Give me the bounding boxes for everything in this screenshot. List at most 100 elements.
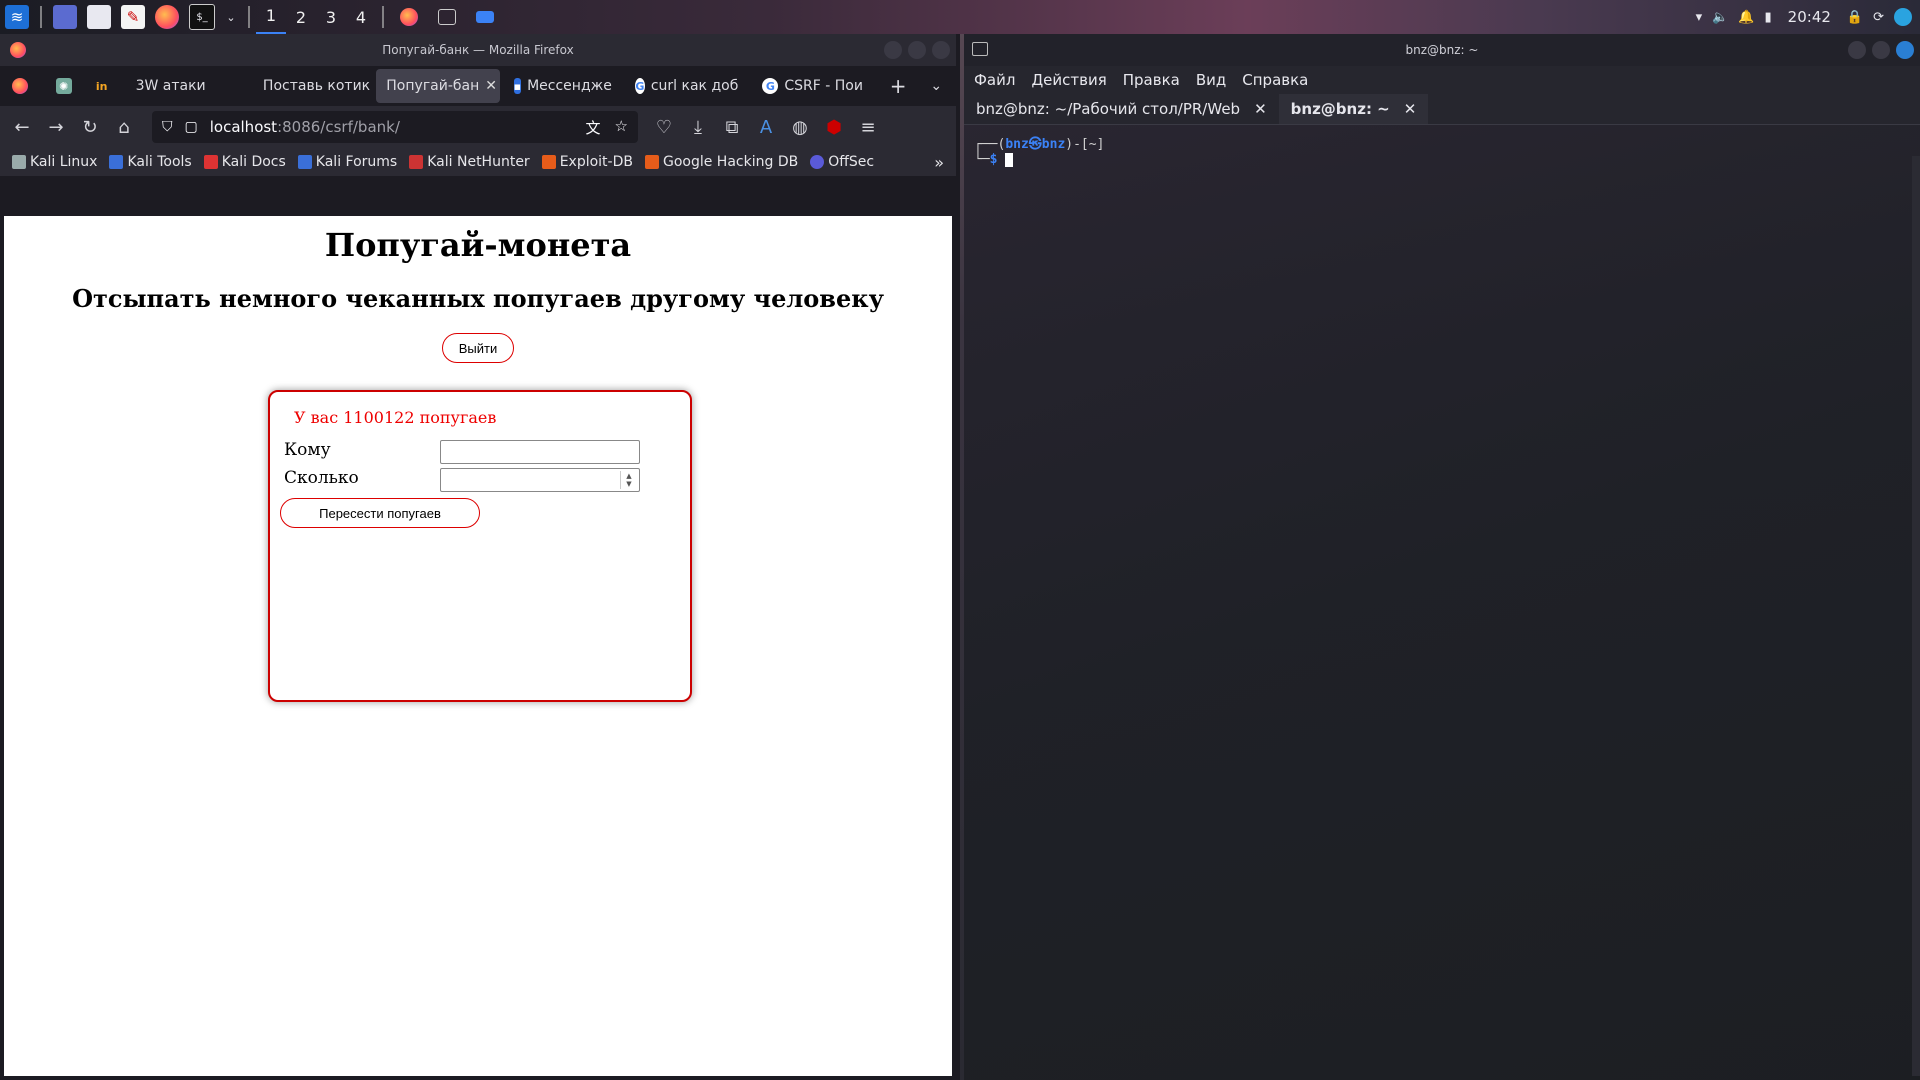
- workspace-1[interactable]: 1: [256, 0, 286, 35]
- prompt-dir: ~: [1088, 137, 1097, 152]
- text-editor-icon[interactable]: ✎: [121, 5, 145, 29]
- firefox-window-title: Попугай-банк — Mozilla Firefox: [382, 43, 574, 57]
- shield-icon[interactable]: ⛉: [162, 119, 173, 135]
- ublock-icon[interactable]: ⬢: [820, 113, 848, 141]
- bookmark-kali-docs[interactable]: Kali Docs: [203, 154, 286, 170]
- file-manager-icon[interactable]: [87, 5, 111, 29]
- amount-input[interactable]: ▲ ▼: [440, 468, 640, 492]
- firefox-task-icon[interactable]: [400, 8, 418, 26]
- extensions-icon[interactable]: ⧉: [718, 113, 746, 141]
- send-parrots-button[interactable]: Пересести попугаев: [280, 498, 480, 528]
- back-icon[interactable]: ←: [8, 113, 36, 141]
- tab-csrf[interactable]: G CSRF - Пои: [752, 69, 875, 103]
- kali-menu-icon[interactable]: ≋: [5, 5, 29, 29]
- battery-icon[interactable]: ▮: [1765, 10, 1772, 25]
- menu-edit[interactable]: Правка: [1123, 71, 1180, 89]
- tab-bank[interactable]: Попугай-бан ✕: [376, 69, 500, 103]
- terminal-output[interactable]: ┌──(bnz㉿bnz)-[~] └─$: [964, 125, 1920, 175]
- hamburger-menu-icon[interactable]: ≡: [854, 113, 882, 141]
- home-icon[interactable]: ⌂: [110, 113, 138, 141]
- bookmark-kali-nethunter[interactable]: Kali NetHunter: [409, 154, 530, 170]
- menu-actions[interactable]: Действия: [1031, 71, 1106, 89]
- wifi-icon[interactable]: ▾: [1696, 10, 1703, 25]
- in-icon: in: [95, 79, 108, 93]
- close-tab-icon[interactable]: ✕: [1254, 100, 1267, 118]
- firefox-logo-icon: [10, 42, 26, 58]
- tab-label: 3W атаки: [135, 78, 206, 94]
- bell-icon[interactable]: 🔔: [1738, 10, 1754, 25]
- list-all-tabs-icon[interactable]: ⌄: [920, 69, 952, 103]
- firefox-view-button[interactable]: [0, 69, 46, 103]
- url-bar[interactable]: ⛉ ▢ localhost:8086/csrf/bank/ 文 ☆: [152, 111, 638, 143]
- menu-file[interactable]: Файл: [974, 71, 1015, 89]
- number-spinner-icon[interactable]: ▲ ▼: [620, 471, 637, 489]
- terminal-launcher-icon[interactable]: $_: [189, 4, 215, 30]
- telegram-icon[interactable]: [1894, 8, 1912, 26]
- show-desktop-icon[interactable]: [53, 5, 77, 29]
- maximize-button[interactable]: [1872, 41, 1890, 59]
- bookmark-label: Google Hacking DB: [662, 154, 799, 170]
- page-content: Попугай-монета Отсыпать немного чеканных…: [4, 216, 952, 1076]
- close-tab-icon[interactable]: ✕: [485, 78, 497, 94]
- tab-label: CSRF - Пои: [784, 78, 863, 94]
- translate-ext-icon[interactable]: A: [752, 113, 780, 141]
- close-button[interactable]: [1896, 41, 1914, 59]
- tab-in[interactable]: in: [88, 69, 122, 103]
- google-icon: G: [635, 78, 645, 94]
- terminal-tab-web[interactable]: bnz@bnz: ~/Рабочий стол/PR/Web ✕: [964, 94, 1279, 124]
- url-host: localhost: [209, 118, 278, 136]
- tab-kotik[interactable]: Поставь котик: [253, 69, 372, 103]
- download-icon[interactable]: ⤓: [684, 113, 712, 141]
- tab-3w[interactable]: 3W атаки: [126, 69, 249, 103]
- new-tab-button[interactable]: +: [880, 69, 917, 103]
- bookmark-label: Kali Tools: [127, 154, 192, 170]
- tab-curl[interactable]: G curl как доб: [625, 69, 748, 103]
- workspace-2[interactable]: 2: [286, 1, 316, 33]
- forward-icon[interactable]: →: [42, 113, 70, 141]
- terminal-window-title: bnz@bnz: ~: [1405, 43, 1479, 57]
- balance-text: У вас 1100122 попугаев: [294, 408, 497, 427]
- globe-icon[interactable]: ◍: [786, 113, 814, 141]
- recipient-input[interactable]: [440, 440, 640, 464]
- pocket-icon[interactable]: ♡: [650, 113, 678, 141]
- minimize-button[interactable]: [884, 41, 902, 59]
- lock-icon[interactable]: 🔒: [1847, 10, 1863, 25]
- maximize-button[interactable]: [908, 41, 926, 59]
- terminal-tab-label: bnz@bnz: ~: [1290, 100, 1390, 118]
- volume-icon[interactable]: 🔈: [1712, 10, 1728, 25]
- minimize-button[interactable]: [1848, 41, 1866, 59]
- transfer-form: У вас 1100122 попугаев Кому Сколько ▲ ▼ П…: [268, 390, 692, 702]
- tab-chatgpt[interactable]: ✺: [50, 69, 84, 103]
- bookmark-kali-tools[interactable]: Kali Tools: [109, 154, 192, 170]
- bookmark-star-icon[interactable]: ☆: [615, 117, 628, 138]
- bookmark-kali-linux[interactable]: Kali Linux: [12, 154, 97, 170]
- logout-button[interactable]: Выйти: [442, 333, 514, 363]
- menu-help[interactable]: Справка: [1242, 71, 1308, 89]
- bookmark-offsec[interactable]: OffSec: [810, 154, 874, 170]
- menu-view[interactable]: Вид: [1196, 71, 1226, 89]
- folder-task-icon[interactable]: [476, 11, 494, 23]
- bookmark-google-hacking-db[interactable]: Google Hacking DB: [644, 154, 799, 170]
- close-button[interactable]: [932, 41, 950, 59]
- workspace-3[interactable]: 3: [316, 1, 346, 33]
- close-tab-icon[interactable]: ✕: [1404, 100, 1417, 118]
- terminal-tab-home[interactable]: bnz@bnz: ~ ✕: [1278, 94, 1429, 124]
- offsec-icon: [810, 155, 825, 169]
- bookmark-exploit-db[interactable]: Exploit-DB: [541, 154, 633, 170]
- chevron-down-icon[interactable]: ⌄: [225, 5, 237, 29]
- terminal-menubar: Файл Действия Правка Вид Справка: [964, 66, 1920, 94]
- firefox-launcher-icon[interactable]: [155, 5, 179, 29]
- tab-messenger[interactable]: ▪ Мессендже: [504, 69, 621, 103]
- terminal-task-icon[interactable]: [438, 9, 456, 25]
- terminal-scrollbar[interactable]: [1912, 156, 1920, 1076]
- clock[interactable]: 20:42: [1788, 8, 1831, 26]
- bookmark-label: Kali Docs: [221, 154, 286, 170]
- page-icon: ▢: [184, 119, 198, 135]
- bookmark-kali-forums[interactable]: Kali Forums: [297, 154, 397, 170]
- more-bookmarks-icon[interactable]: »: [934, 153, 944, 172]
- url-path: :8086/csrf/bank/: [277, 118, 400, 136]
- translate-icon[interactable]: 文: [586, 117, 601, 138]
- refresh-icon[interactable]: ⟳: [1873, 10, 1884, 25]
- workspace-4[interactable]: 4: [346, 1, 376, 33]
- reload-icon[interactable]: ↻: [76, 113, 104, 141]
